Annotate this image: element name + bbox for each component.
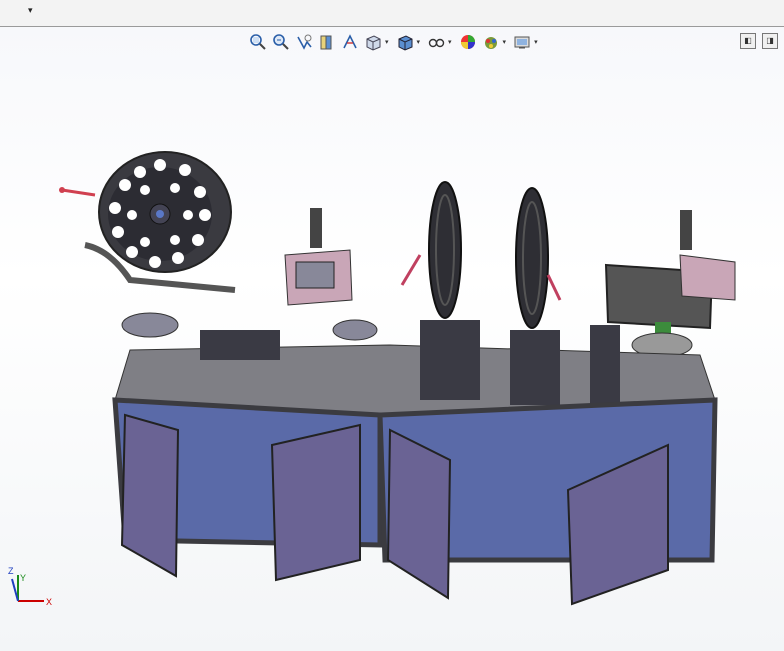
control-panel-left bbox=[284, 249, 353, 306]
cabinet-left bbox=[112, 397, 383, 582]
menu-dropdown-arrow[interactable]: ▾ bbox=[28, 5, 33, 16]
signal-tower-right bbox=[680, 210, 692, 250]
middle-reels bbox=[400, 181, 562, 329]
left-reel bbox=[59, 151, 236, 293]
bowl-feeder-middle bbox=[332, 319, 378, 341]
bowl-feeder-left bbox=[121, 312, 179, 338]
signal-tower-left bbox=[310, 208, 322, 248]
title-bar: ▾ bbox=[0, 0, 784, 27]
cabinet-right bbox=[377, 397, 718, 606]
y-axis-label: Y bbox=[20, 573, 26, 583]
reference-triad: X Y Z bbox=[8, 566, 52, 607]
machine-assembly-model[interactable] bbox=[0, 27, 784, 651]
z-axis-label: Z bbox=[8, 566, 14, 576]
x-axis-label: X bbox=[46, 597, 52, 607]
